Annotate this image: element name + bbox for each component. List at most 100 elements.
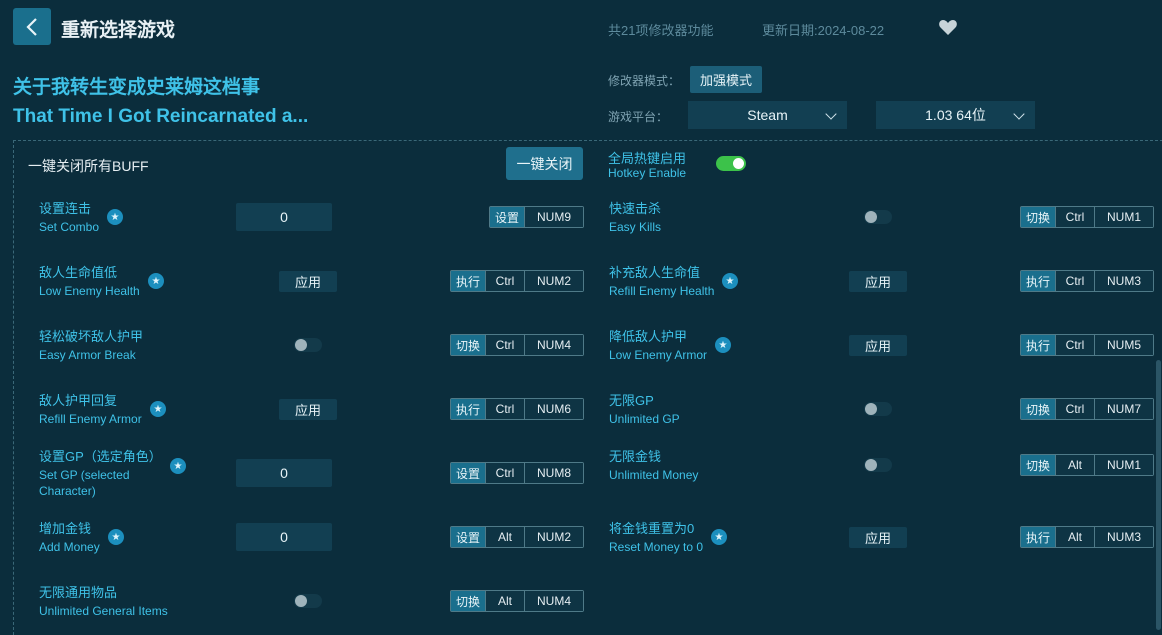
hotkey-action[interactable]: 执行: [451, 399, 485, 419]
heart-icon[interactable]: [938, 18, 958, 36]
hotkey-action[interactable]: 执行: [451, 271, 485, 291]
version-select[interactable]: 1.03 64位: [876, 101, 1035, 129]
hotkey-action[interactable]: 切换: [1021, 399, 1055, 419]
back-button[interactable]: [13, 8, 51, 45]
hotkey-action[interactable]: 执行: [1021, 271, 1055, 291]
hotkey-action[interactable]: 设置: [451, 463, 485, 483]
hotkey-enable-toggle[interactable]: [716, 156, 746, 171]
cheat-name-cn: 无限金钱: [609, 449, 662, 464]
star-icon: ★: [148, 273, 164, 289]
hotkey-key: NUM9: [524, 207, 583, 227]
apply-button[interactable]: 应用: [849, 335, 907, 356]
hotkey-key: Ctrl: [1055, 207, 1094, 227]
disable-all-label: 一键关闭所有BUFF: [28, 158, 149, 174]
hotkey-key: NUM1: [1094, 455, 1153, 475]
cheat-name-cn: 降低敌人护甲: [609, 329, 688, 344]
hotkey-action[interactable]: 切换: [1021, 207, 1055, 227]
hotkey-group[interactable]: 执行 Ctrl NUM6: [450, 398, 584, 420]
cheat-name-cn: 无限通用物品: [39, 585, 118, 600]
hotkey-key: NUM8: [524, 463, 583, 483]
hotkey-key: Ctrl: [485, 271, 524, 291]
hotkey-action[interactable]: 切换: [451, 591, 485, 611]
hotkey-group[interactable]: 切换 Ctrl NUM4: [450, 334, 584, 356]
page-title: 重新选择游戏: [61, 20, 176, 41]
hotkey-action[interactable]: 设置: [490, 207, 524, 227]
hotkey-key: NUM7: [1094, 399, 1153, 419]
scrollbar[interactable]: [1156, 360, 1161, 630]
hotkey-enable-label-en: Hotkey Enable: [608, 166, 687, 180]
hotkey-key: NUM6: [524, 399, 583, 419]
value-input[interactable]: 0: [236, 523, 332, 551]
hotkey-group[interactable]: 设置 Ctrl NUM8: [450, 462, 584, 484]
cheat-name-cn: 敌人生命值低: [39, 265, 118, 280]
hotkey-action[interactable]: 切换: [451, 335, 485, 355]
cheat-panel: [13, 140, 1162, 635]
hotkey-group[interactable]: 执行 Alt NUM3: [1020, 526, 1154, 548]
cheat-name-en: Refill Enemy Health: [609, 284, 715, 298]
hotkey-group[interactable]: 切换 Alt NUM1: [1020, 454, 1154, 476]
hotkey-group[interactable]: 设置 Alt NUM2: [450, 526, 584, 548]
platform-select[interactable]: Steam: [688, 101, 847, 129]
hotkey-group[interactable]: 执行 Ctrl NUM2: [450, 270, 584, 292]
star-icon: ★: [107, 209, 123, 225]
hotkey-key: NUM2: [524, 527, 583, 547]
hotkey-key: NUM3: [1094, 271, 1153, 291]
hotkey-key: Alt: [485, 591, 524, 611]
cheat-name-cn: 设置GP（选定角色）: [39, 449, 162, 464]
hotkey-key: Ctrl: [485, 463, 524, 483]
feature-toggle[interactable]: [864, 402, 892, 416]
feature-toggle[interactable]: [294, 338, 322, 352]
feature-toggle[interactable]: [294, 594, 322, 608]
value-input[interactable]: 0: [236, 459, 332, 487]
cheat-name-en: Low Enemy Armor: [609, 348, 708, 362]
version-value: 1.03 64位: [925, 107, 986, 123]
hotkey-action[interactable]: 设置: [451, 527, 485, 547]
hotkey-key: NUM2: [524, 271, 583, 291]
feature-toggle[interactable]: [864, 458, 892, 472]
cheat-name-en: Easy Kills: [609, 220, 662, 234]
hotkey-key: Alt: [1055, 455, 1094, 475]
mode-button[interactable]: 加强模式: [690, 66, 762, 93]
cheat-name-en: Unlimited General Items: [39, 604, 168, 618]
cheat-name-cn: 快速击杀: [609, 201, 662, 216]
cheat-name-en: Set Combo: [39, 220, 100, 234]
apply-button[interactable]: 应用: [279, 399, 337, 420]
cheat-name-en: Add Money: [39, 540, 100, 554]
star-icon: ★: [715, 337, 731, 353]
hotkey-key: Alt: [1055, 527, 1094, 547]
hotkey-group[interactable]: 切换 Ctrl NUM1: [1020, 206, 1154, 228]
hotkey-key: NUM3: [1094, 527, 1153, 547]
hotkey-key: Ctrl: [485, 399, 524, 419]
feature-toggle[interactable]: [864, 210, 892, 224]
star-icon: ★: [711, 529, 727, 545]
cheat-name-cn: 增加金钱: [39, 521, 92, 536]
update-date: 更新日期:2024-08-22: [762, 23, 885, 38]
game-name-en: That Time I Got Reincarnated a...: [13, 106, 309, 127]
hotkey-group[interactable]: 设置 NUM9: [489, 206, 584, 228]
cheat-name-en: Unlimited GP: [609, 412, 680, 426]
hotkey-group[interactable]: 执行 Ctrl NUM5: [1020, 334, 1154, 356]
hotkey-group[interactable]: 切换 Alt NUM4: [450, 590, 584, 612]
hotkey-action[interactable]: 执行: [1021, 335, 1055, 355]
hotkey-action[interactable]: 切换: [1021, 455, 1055, 475]
cheat-name-en: Low Enemy Health: [39, 284, 140, 298]
star-icon: ★: [722, 273, 738, 289]
hotkey-group[interactable]: 切换 Ctrl NUM7: [1020, 398, 1154, 420]
hotkey-enable-label-cn: 全局热键启用: [608, 151, 687, 166]
apply-button[interactable]: 应用: [279, 271, 337, 292]
hotkey-key: NUM4: [524, 335, 583, 355]
hotkey-key: Ctrl: [1055, 335, 1094, 355]
apply-button[interactable]: 应用: [849, 271, 907, 292]
cheat-name-en: Reset Money to 0: [609, 540, 704, 554]
cheat-name-en: Set GP (selected: [39, 468, 130, 482]
platform-value: Steam: [747, 107, 788, 123]
cheat-name-cn: 无限GP: [609, 393, 654, 408]
value-input[interactable]: 0: [236, 203, 332, 231]
hotkey-group[interactable]: 执行 Ctrl NUM3: [1020, 270, 1154, 292]
chevron-left-icon: [26, 17, 37, 36]
hotkey-action[interactable]: 执行: [1021, 527, 1055, 547]
feature-count: 共21项修改器功能: [608, 23, 714, 38]
apply-button[interactable]: 应用: [849, 527, 907, 548]
disable-all-button[interactable]: 一键关闭: [506, 147, 583, 180]
star-icon: ★: [170, 458, 186, 474]
